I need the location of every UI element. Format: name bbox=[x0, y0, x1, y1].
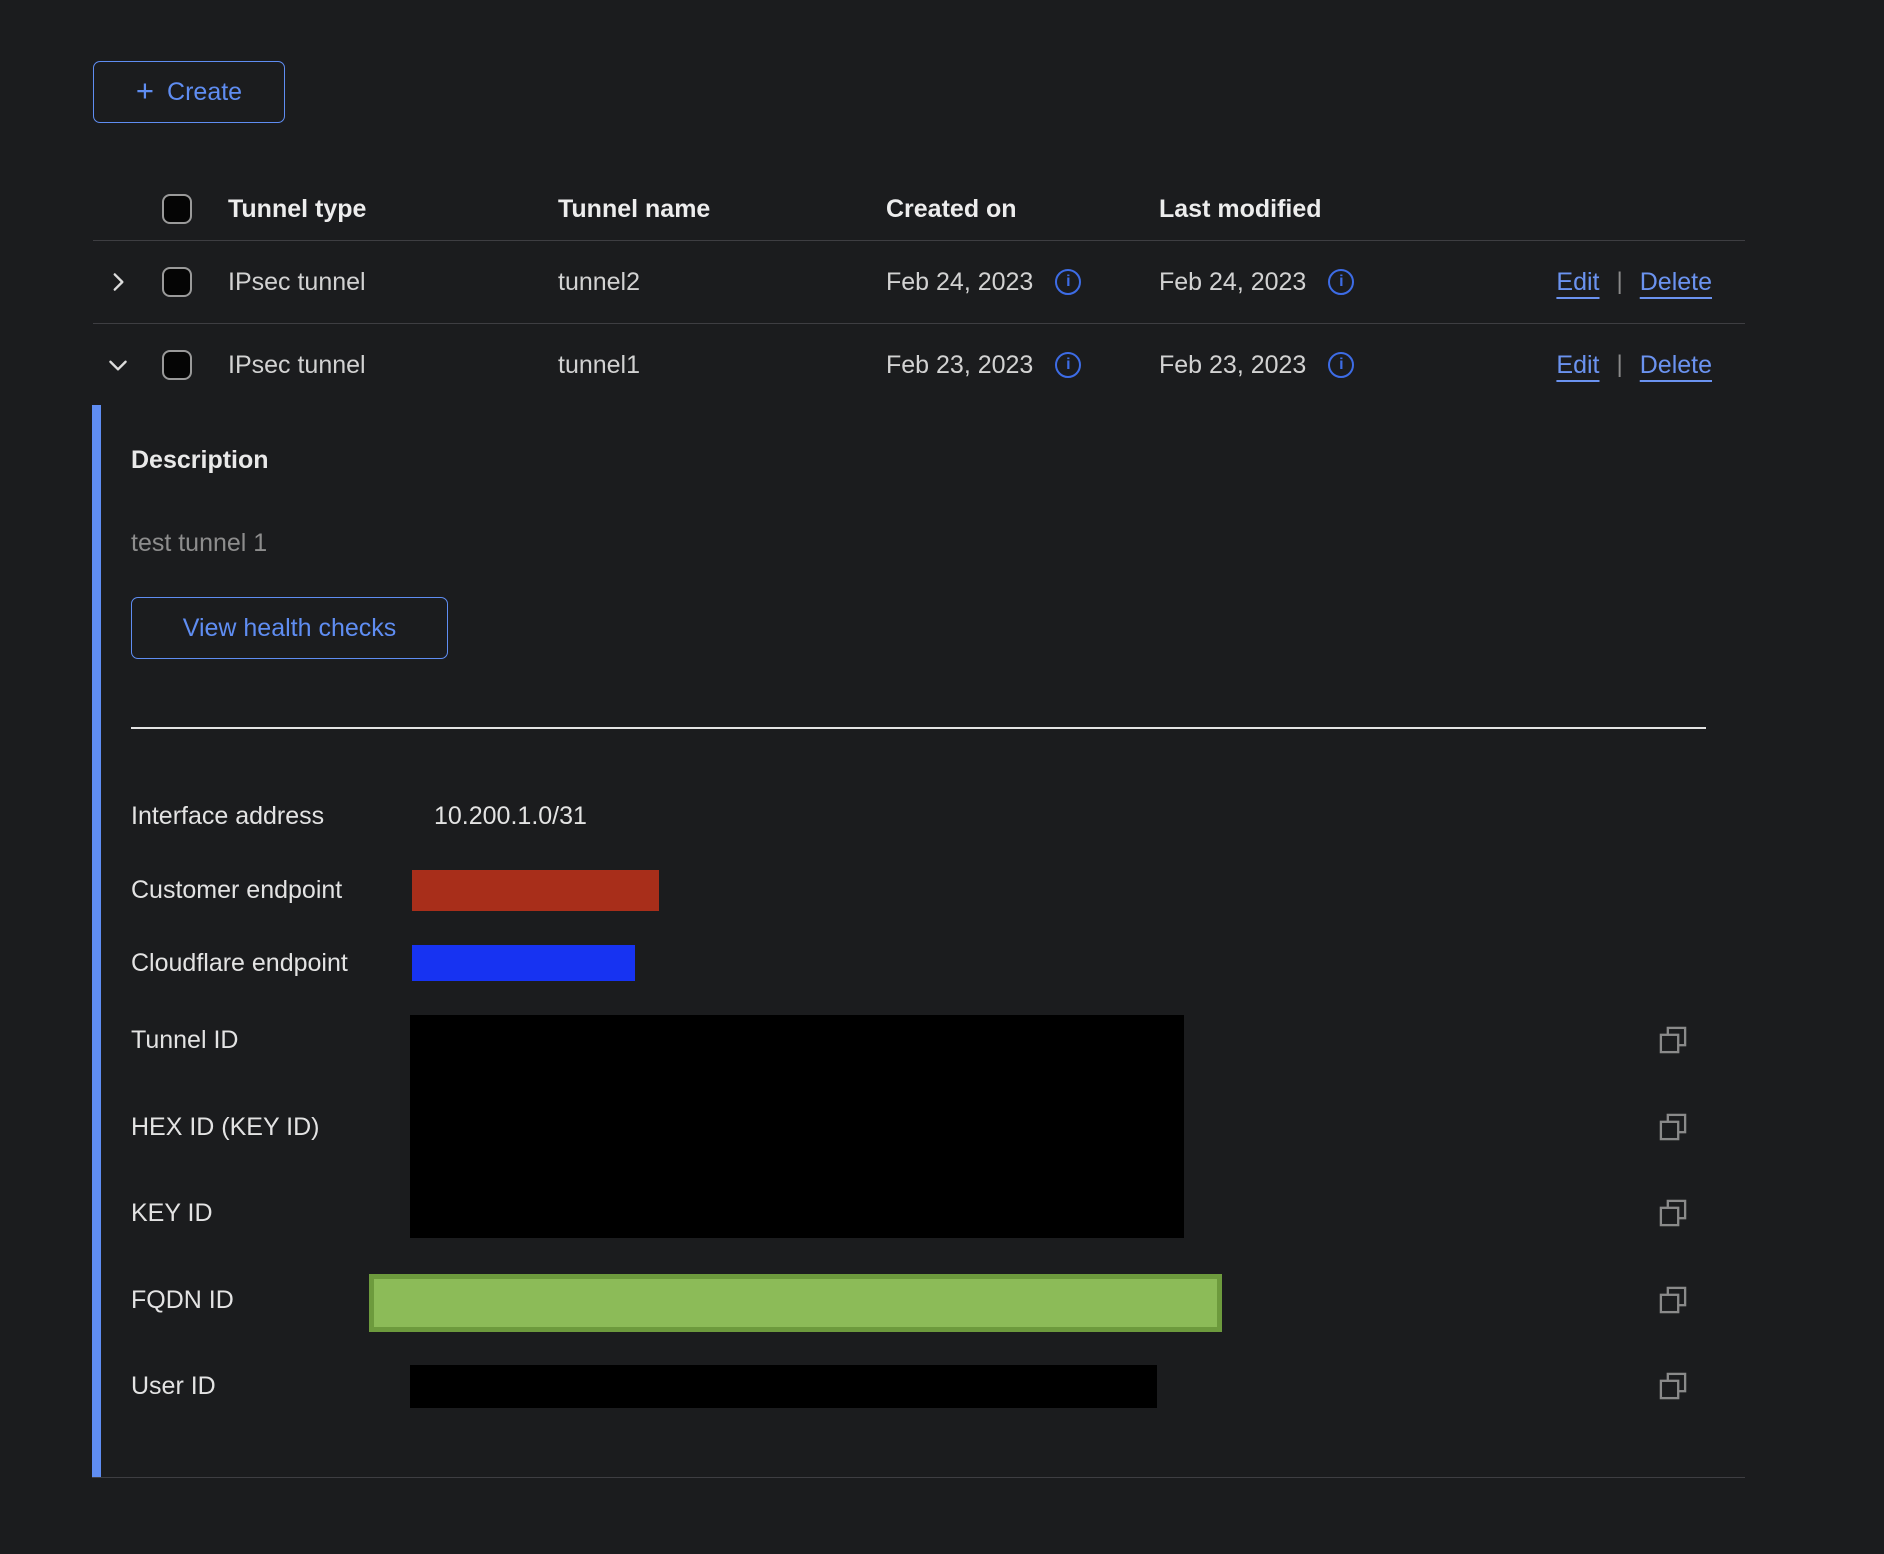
copy-icon bbox=[1658, 1198, 1688, 1228]
customer-endpoint-label: Customer endpoint bbox=[131, 875, 342, 905]
description-label: Description bbox=[131, 445, 269, 475]
column-header-tunnel-type: Tunnel type bbox=[228, 195, 558, 224]
delete-link[interactable]: Delete bbox=[1640, 268, 1712, 297]
cloudflare-endpoint-redaction bbox=[412, 945, 635, 981]
header-checkbox-cell bbox=[162, 194, 228, 224]
tunnel-type-cell: IPsec tunnel bbox=[228, 268, 558, 297]
description-value: test tunnel 1 bbox=[131, 528, 267, 558]
column-header-created-on: Created on bbox=[886, 195, 1159, 224]
row-checkbox[interactable] bbox=[162, 267, 192, 297]
tunnel-detail-panel: Description test tunnel 1 View health ch… bbox=[92, 405, 1745, 1478]
tunnel-type-cell: IPsec tunnel bbox=[228, 351, 558, 380]
created-on-cell: Feb 23, 2023 i bbox=[886, 351, 1159, 380]
info-glyph: i bbox=[1066, 357, 1070, 373]
user-id-label: User ID bbox=[131, 1371, 216, 1401]
actions-separator: | bbox=[1617, 268, 1623, 296]
column-header-last-modified: Last modified bbox=[1159, 195, 1469, 224]
copy-key-id-button[interactable] bbox=[1650, 1190, 1696, 1236]
row-checkbox[interactable] bbox=[162, 350, 192, 380]
chevron-down-icon bbox=[105, 352, 131, 378]
column-header-tunnel-name: Tunnel name bbox=[558, 195, 886, 224]
table-row: IPsec tunnel tunnel1 Feb 23, 2023 i Feb … bbox=[93, 324, 1745, 406]
last-modified-cell: Feb 23, 2023 i bbox=[1159, 351, 1469, 380]
copy-icon bbox=[1658, 1112, 1688, 1142]
customer-endpoint-redaction bbox=[412, 870, 659, 911]
detail-divider bbox=[131, 727, 1706, 729]
key-id-label: KEY ID bbox=[131, 1198, 213, 1228]
copy-user-id-button[interactable] bbox=[1650, 1363, 1696, 1409]
info-icon[interactable]: i bbox=[1055, 269, 1081, 295]
chevron-right-icon bbox=[105, 269, 131, 295]
tunnel-name-cell: tunnel2 bbox=[558, 268, 886, 297]
edit-link[interactable]: Edit bbox=[1556, 268, 1599, 297]
copy-icon bbox=[1658, 1371, 1688, 1401]
tunnel-hex-key-id-redaction bbox=[410, 1015, 1184, 1238]
user-id-redaction bbox=[410, 1365, 1157, 1408]
created-on-value: Feb 24, 2023 bbox=[886, 268, 1033, 297]
info-glyph: i bbox=[1339, 357, 1343, 373]
row-actions-cell: Edit | Delete bbox=[1556, 351, 1745, 380]
actions-separator: | bbox=[1617, 351, 1623, 379]
create-button-label: Create bbox=[167, 78, 242, 107]
copy-tunnel-id-button[interactable] bbox=[1650, 1017, 1696, 1063]
tunnel-id-label: Tunnel ID bbox=[131, 1025, 238, 1055]
info-icon[interactable]: i bbox=[1055, 352, 1081, 378]
tunnels-table: Tunnel type Tunnel name Created on Last … bbox=[93, 178, 1745, 406]
delete-link[interactable]: Delete bbox=[1640, 351, 1712, 380]
table-header-row: Tunnel type Tunnel name Created on Last … bbox=[93, 178, 1745, 241]
expand-row-button[interactable] bbox=[105, 269, 131, 295]
hex-id-label: HEX ID (KEY ID) bbox=[131, 1112, 319, 1142]
last-modified-cell: Feb 24, 2023 i bbox=[1159, 268, 1469, 297]
copy-icon bbox=[1658, 1285, 1688, 1315]
interface-address-value: 10.200.1.0/31 bbox=[434, 801, 587, 831]
edit-link[interactable]: Edit bbox=[1556, 351, 1599, 380]
view-health-checks-button[interactable]: View health checks bbox=[131, 597, 448, 659]
created-on-value: Feb 23, 2023 bbox=[886, 351, 1033, 380]
select-all-checkbox[interactable] bbox=[162, 194, 192, 224]
copy-icon bbox=[1658, 1025, 1688, 1055]
info-glyph: i bbox=[1339, 274, 1343, 290]
row-actions-cell: Edit | Delete bbox=[1556, 268, 1745, 297]
plus-icon: + bbox=[136, 75, 154, 106]
table-row: IPsec tunnel tunnel2 Feb 24, 2023 i Feb … bbox=[93, 241, 1745, 324]
info-glyph: i bbox=[1066, 274, 1070, 290]
copy-hex-id-button[interactable] bbox=[1650, 1104, 1696, 1150]
copy-fqdn-id-button[interactable] bbox=[1650, 1277, 1696, 1323]
collapse-row-button[interactable] bbox=[105, 352, 131, 378]
tunnel-name-cell: tunnel1 bbox=[558, 351, 886, 380]
expanded-row-accent-bar bbox=[92, 405, 101, 1477]
cloudflare-endpoint-label: Cloudflare endpoint bbox=[131, 948, 348, 978]
info-icon[interactable]: i bbox=[1328, 269, 1354, 295]
tunnels-page: + Create Tunnel type Tunnel name Created… bbox=[0, 0, 1884, 1554]
last-modified-value: Feb 24, 2023 bbox=[1159, 268, 1306, 297]
create-button[interactable]: + Create bbox=[93, 61, 285, 123]
fqdn-id-redaction bbox=[369, 1274, 1222, 1332]
last-modified-value: Feb 23, 2023 bbox=[1159, 351, 1306, 380]
interface-address-label: Interface address bbox=[131, 801, 324, 831]
fqdn-id-label: FQDN ID bbox=[131, 1285, 234, 1315]
created-on-cell: Feb 24, 2023 i bbox=[886, 268, 1159, 297]
info-icon[interactable]: i bbox=[1328, 352, 1354, 378]
